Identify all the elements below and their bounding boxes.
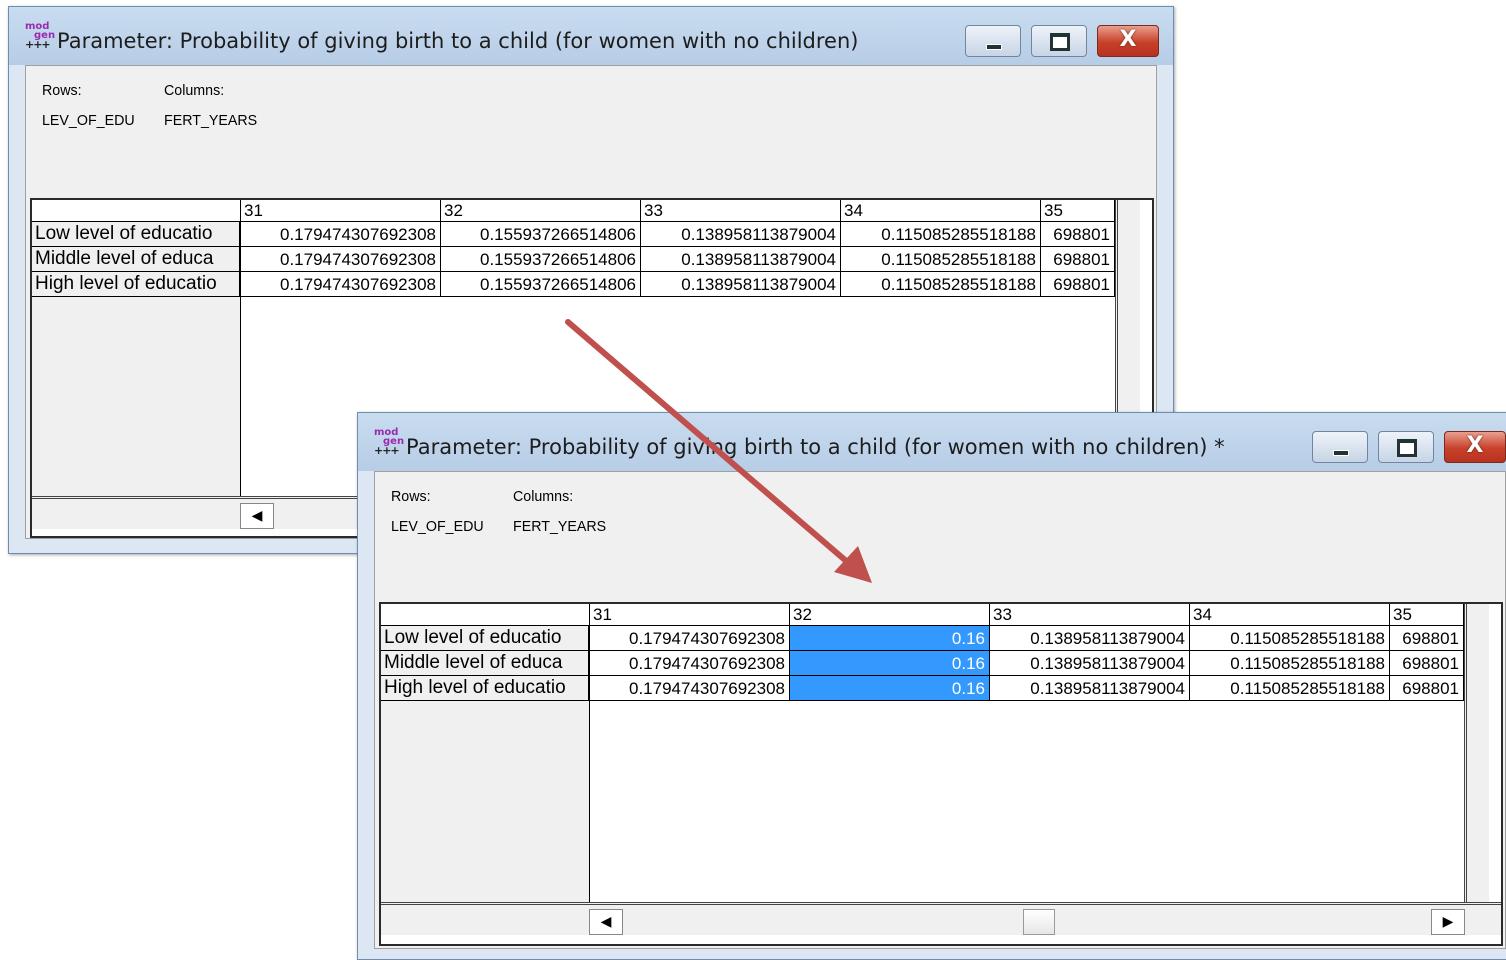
arrow-shaft [565,319,855,569]
annotation-arrow [565,319,872,583]
